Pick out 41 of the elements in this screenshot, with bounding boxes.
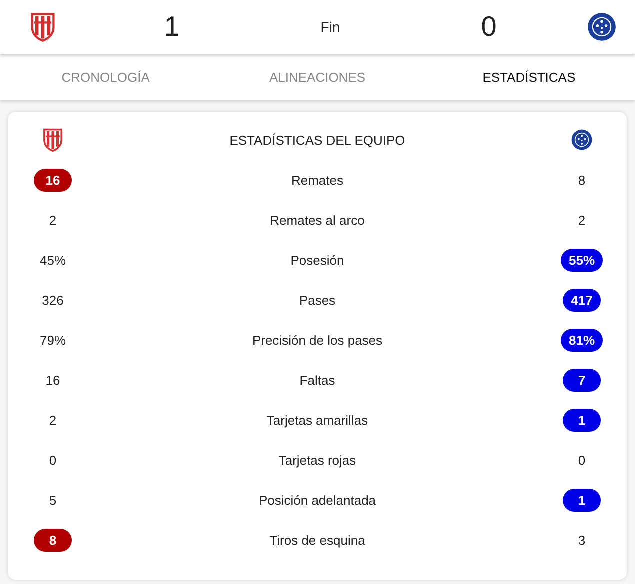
home-value: 16: [44, 372, 62, 390]
home-value: 45%: [40, 252, 66, 270]
match-status: Fin: [320, 19, 340, 35]
stat-label: Pases: [298, 292, 337, 308]
away-value-badge: 81%: [560, 328, 604, 352]
home-value: 5: [48, 492, 58, 510]
home-value-badge: 16: [34, 168, 72, 192]
away-value-badge: 55%: [560, 248, 604, 272]
home-value: 0: [48, 452, 58, 470]
away-value: 2: [577, 212, 587, 230]
away-value: 0: [577, 452, 587, 470]
stat-label: Tiros de esquina: [268, 532, 366, 548]
away-value: 8: [577, 172, 587, 190]
home-value: 2: [48, 412, 58, 430]
away-score: 0: [480, 11, 498, 43]
stat-label: Posición adelantada: [258, 492, 378, 508]
tab[interactable]: ESTADÍSTICAS: [423, 54, 635, 100]
away-value-badge: 7: [563, 368, 601, 392]
home-value: 326: [42, 292, 64, 310]
stat-label: Faltas: [298, 372, 336, 388]
away-value-badge: 417: [563, 288, 601, 312]
stat-label: Precisión de los pases: [251, 332, 384, 348]
stat-label: Posesión: [290, 252, 346, 268]
stat-label: Tarjetas amarillas: [266, 412, 370, 428]
home-value: 79%: [40, 332, 66, 350]
away-value-badge: 1: [563, 408, 601, 432]
home-value-badge: 8: [34, 528, 72, 552]
away-value: 3: [577, 532, 587, 550]
away-value-badge: 1: [563, 488, 601, 512]
stat-label: Remates al arco: [269, 212, 366, 228]
striped-shield-icon: [28, 12, 58, 42]
tab[interactable]: CRONOLOGÍA: [0, 54, 212, 100]
stat-label: Remates: [290, 172, 345, 188]
striped-shield-icon: [42, 128, 64, 152]
stat-label: Tarjetas rojas: [278, 452, 358, 468]
star-crest-icon: [586, 12, 617, 42]
star-crest-icon: [571, 128, 593, 152]
stats-title: ESTADÍSTICAS DEL EQUIPO: [228, 132, 406, 148]
home-value: 2: [48, 212, 58, 230]
tab[interactable]: ALINEACIONES: [212, 54, 424, 100]
home-score: 1: [163, 11, 181, 43]
